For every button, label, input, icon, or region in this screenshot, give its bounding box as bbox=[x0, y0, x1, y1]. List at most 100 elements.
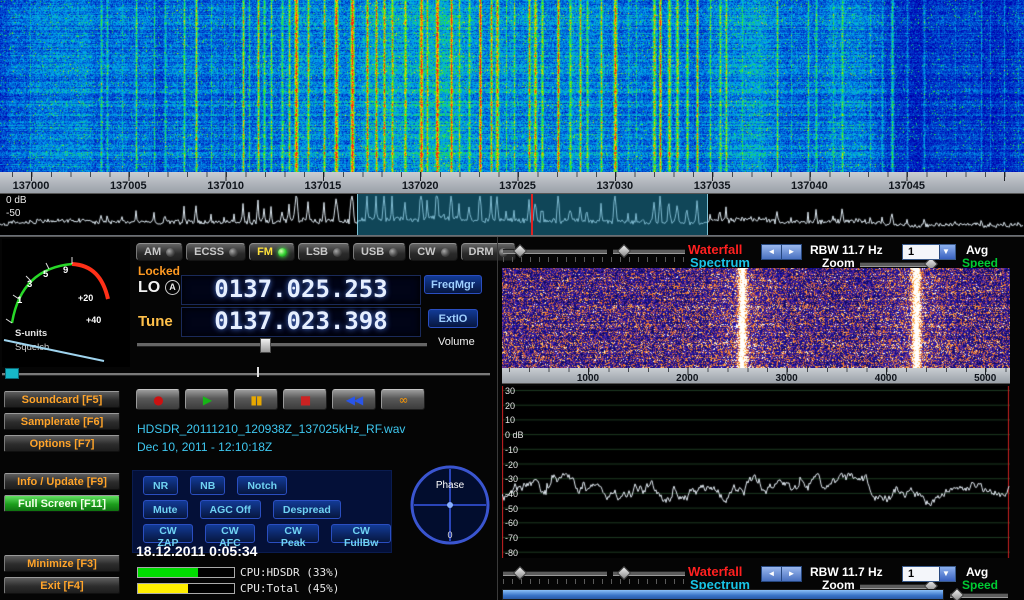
frequency-ruler[interactable]: 1370001370051370101370151370201370251370… bbox=[0, 172, 1024, 194]
avg-combobox[interactable]: 1 bbox=[902, 566, 956, 582]
volume-slider-thumb[interactable] bbox=[260, 338, 271, 353]
cpu-hdsdr-fill bbox=[138, 568, 198, 577]
svg-text:S-units: S-units bbox=[15, 328, 47, 339]
lo-frequency-display[interactable]: 0137.025.253 bbox=[181, 275, 421, 305]
rf-bottom-controls: Waterfall Spectrum ◄ ► RBW 11.7 Hz Zoom … bbox=[498, 564, 1024, 592]
fullscreen-button[interactable]: Full Screen [F11] bbox=[4, 495, 120, 512]
transport-button-record[interactable]: ● bbox=[136, 389, 180, 410]
main-spectrum: 0 dB -50 bbox=[0, 194, 1024, 236]
cpu-total-label: CPU:Total (45%) bbox=[240, 582, 339, 595]
soundcard-button[interactable]: Soundcard [F5] bbox=[4, 391, 120, 408]
rf-spectrum-trace[interactable] bbox=[502, 386, 1010, 558]
svg-text:1: 1 bbox=[17, 295, 23, 306]
mode-led-icon bbox=[441, 248, 450, 257]
dsp-button[interactable]: Despread bbox=[273, 500, 341, 519]
avg-combobox-value: 1 bbox=[903, 245, 939, 259]
contrast-slider-thumb[interactable] bbox=[513, 566, 527, 580]
fine-position-slider[interactable] bbox=[950, 593, 1008, 598]
rf-top-controls: Waterfall Spectrum ◄ ► RBW 11.7 Hz Zoom … bbox=[498, 242, 1024, 270]
dsp-button[interactable]: CW FullBw bbox=[331, 524, 391, 543]
transport-button-play[interactable]: ▶ bbox=[185, 389, 229, 410]
dsp-button[interactable]: Mute bbox=[143, 500, 188, 519]
contrast-slider-thumb[interactable] bbox=[513, 244, 527, 258]
shift-left-icon[interactable]: ◄ bbox=[761, 244, 781, 260]
rf-ruler-frequency-label: 4000 bbox=[875, 373, 897, 384]
rf-frequency-ruler[interactable]: 10002000300040005000 bbox=[502, 368, 1010, 384]
rf-waterfall[interactable] bbox=[502, 268, 1010, 368]
transport-controls: ● ▶ ▮▮ ■ ◀◀ ∞ bbox=[136, 389, 425, 410]
avg-combobox[interactable]: 1 bbox=[902, 244, 956, 260]
ruler-frequency-label: 137005 bbox=[110, 180, 147, 192]
transport-glyph-icon: ▮▮ bbox=[250, 394, 261, 406]
shift-spinner: ◄ ► bbox=[761, 566, 802, 582]
dsp-button[interactable]: CW ZAP bbox=[143, 524, 193, 543]
recording-date: Dec 10, 2011 - 12:10:18Z bbox=[137, 440, 272, 454]
shift-right-icon[interactable]: ► bbox=[781, 244, 802, 260]
combobox-dropdown-icon[interactable] bbox=[939, 245, 955, 259]
volume-slider-track[interactable] bbox=[137, 343, 427, 347]
samplerate-button[interactable]: Samplerate [F6] bbox=[4, 413, 120, 430]
minimize-button[interactable]: Minimize [F3] bbox=[4, 555, 120, 572]
shift-right-icon[interactable]: ► bbox=[781, 566, 802, 582]
rf-db-label: 20 bbox=[505, 401, 515, 411]
transport-button-pause[interactable]: ▮▮ bbox=[234, 389, 278, 410]
mode-button-cw[interactable]: CW bbox=[409, 243, 457, 261]
squelch-slider-track[interactable] bbox=[2, 373, 490, 376]
mode-button-lsb[interactable]: LSB bbox=[298, 243, 350, 261]
dsp-row: NR NB Notch bbox=[143, 476, 391, 495]
brightness-slider[interactable] bbox=[613, 571, 685, 576]
avg-label: Avg bbox=[966, 565, 988, 579]
rf-spectrum: 3020100 dB-10-20-30-40-50-60-70-80 bbox=[502, 386, 1010, 558]
slider-ticks bbox=[503, 579, 685, 584]
waterfall-position-scrollbar[interactable] bbox=[502, 589, 944, 600]
tune-frequency-line bbox=[531, 194, 533, 235]
mode-button-fm[interactable]: FM bbox=[249, 243, 295, 261]
rbw-label: RBW 11.7 Hz bbox=[810, 565, 883, 579]
dsp-button[interactable]: CW AFC bbox=[205, 524, 255, 543]
rf-db-label: -30 bbox=[505, 474, 518, 484]
squelch-slider-thumb[interactable] bbox=[5, 368, 19, 379]
contrast-slider[interactable] bbox=[503, 249, 607, 254]
slider-ticks bbox=[503, 257, 685, 262]
combobox-dropdown-icon[interactable] bbox=[939, 567, 955, 581]
ruler-frequency-label: 137000 bbox=[13, 180, 50, 192]
mode-button-am[interactable]: AM bbox=[136, 243, 183, 261]
brightness-slider-thumb[interactable] bbox=[617, 566, 631, 580]
squelch-center-mark bbox=[257, 367, 259, 377]
extio-button[interactable]: ExtIO bbox=[428, 309, 478, 328]
transport-button-stop[interactable]: ■ bbox=[283, 389, 327, 410]
ruler-frequency-label: 137045 bbox=[888, 180, 925, 192]
transport-glyph-icon: ■ bbox=[300, 394, 310, 406]
dsp-button[interactable]: CW Peak bbox=[267, 524, 319, 543]
volume-label: Volume bbox=[438, 336, 475, 348]
shift-left-icon[interactable]: ◄ bbox=[761, 566, 781, 582]
ruler-frequency-label: 137030 bbox=[596, 180, 633, 192]
brightness-slider[interactable] bbox=[613, 249, 685, 254]
transport-button-loop[interactable]: ∞ bbox=[381, 389, 425, 410]
mode-button-ecss[interactable]: ECSS bbox=[186, 243, 246, 261]
exit-button[interactable]: Exit [F4] bbox=[4, 577, 120, 594]
tune-frequency-display[interactable]: 0137.023.398 bbox=[181, 307, 421, 337]
contrast-slider[interactable] bbox=[503, 571, 607, 576]
freqmgr-button[interactable]: FreqMgr bbox=[424, 275, 482, 294]
transport-button-rewind[interactable]: ◀◀ bbox=[332, 389, 376, 410]
main-waterfall[interactable] bbox=[0, 0, 1024, 172]
options-button[interactable]: Options [F7] bbox=[4, 435, 120, 452]
dsp-button[interactable]: Notch bbox=[237, 476, 287, 495]
shift-spinner: ◄ ► bbox=[761, 244, 802, 260]
brightness-slider-thumb[interactable] bbox=[617, 244, 631, 258]
rf-db-label: -60 bbox=[505, 518, 518, 528]
svg-text:+40: +40 bbox=[86, 315, 101, 325]
info-update-button[interactable]: Info / Update [F9] bbox=[4, 473, 120, 490]
phase-scope: Phase 0 bbox=[406, 455, 494, 551]
svg-text:5: 5 bbox=[43, 269, 49, 280]
dsp-button[interactable]: AGC Off bbox=[200, 500, 261, 519]
zoom-slider[interactable] bbox=[860, 262, 934, 267]
dsp-button[interactable]: NR bbox=[143, 476, 178, 495]
rf-db-label: 10 bbox=[505, 415, 515, 425]
dsp-button[interactable]: NB bbox=[190, 476, 225, 495]
lo-a-badge-icon[interactable]: A bbox=[165, 280, 180, 295]
rbw-label: RBW 11.7 Hz bbox=[810, 243, 883, 257]
mode-button-usb[interactable]: USB bbox=[353, 243, 406, 261]
dsp-row: CW ZAP CW AFC CW Peak CW FullBw bbox=[143, 524, 391, 543]
